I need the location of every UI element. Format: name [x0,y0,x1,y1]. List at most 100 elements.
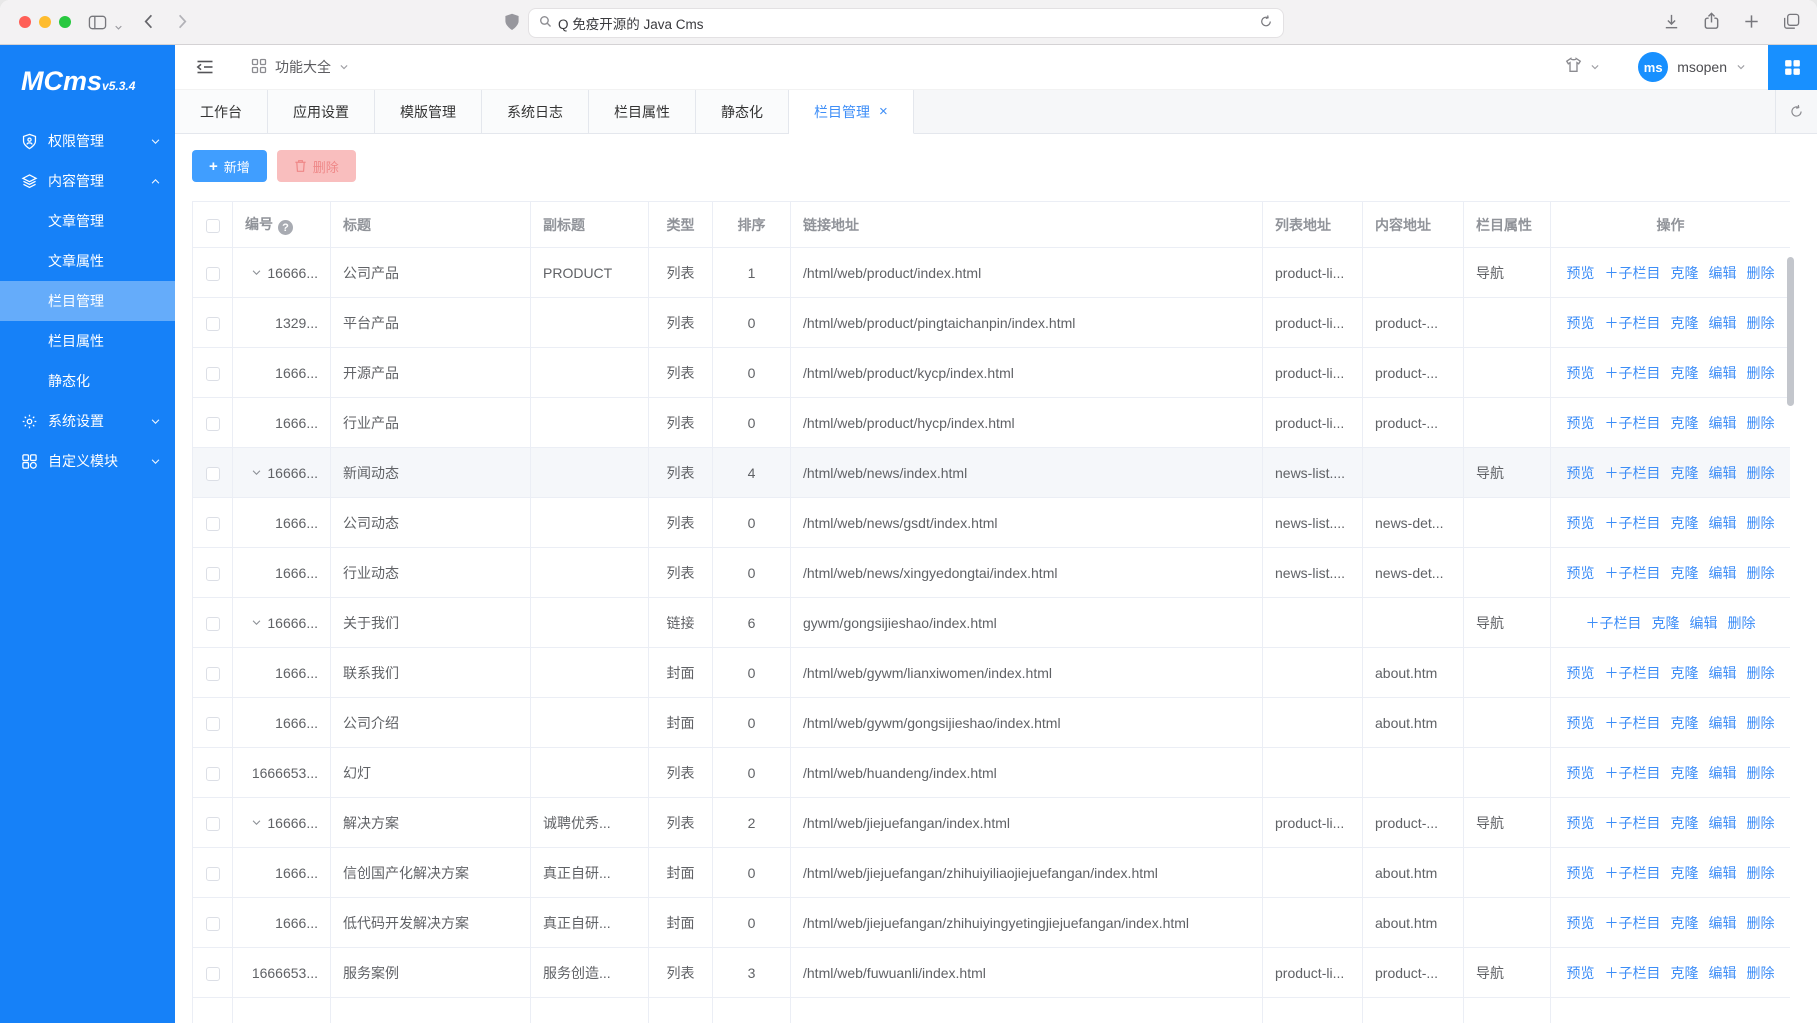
close-tab-icon[interactable]: × [879,104,888,119]
refresh-tab-button[interactable] [1775,90,1817,133]
op-link-克隆[interactable]: 克隆 [1671,863,1699,883]
op-link-预览[interactable]: 预览 [1567,463,1595,483]
row-checkbox[interactable] [206,867,220,881]
row-checkbox[interactable] [206,567,220,581]
row-checkbox[interactable] [206,267,220,281]
tab-系统日志[interactable]: 系统日志 [482,90,589,133]
sidebar-subitem-栏目管理[interactable]: 栏目管理 [0,281,175,321]
sidebar-item-自定义模块[interactable]: 自定义模块 [0,441,175,481]
tab-栏目属性[interactable]: 栏目属性 [589,90,696,133]
apps-grid-button[interactable] [1768,45,1817,90]
op-link-＋子栏目[interactable]: ＋子栏目 [1605,463,1661,483]
op-link-克隆[interactable]: 克隆 [1671,563,1699,583]
op-link-删除[interactable]: 删除 [1747,913,1775,933]
sidebar-subitem-静态化[interactable]: 静态化 [0,361,175,401]
op-link-＋子栏目[interactable]: ＋子栏目 [1586,613,1642,633]
back-icon[interactable] [140,12,159,36]
vertical-scrollbar[interactable] [1787,257,1794,406]
op-link-预览[interactable]: 预览 [1567,763,1595,783]
op-link-删除[interactable]: 删除 [1728,613,1756,633]
op-link-克隆[interactable]: 克隆 [1671,263,1699,283]
op-link-克隆[interactable]: 克隆 [1671,763,1699,783]
tab-工作台[interactable]: 工作台 [175,90,268,133]
tab-栏目管理[interactable]: 栏目管理× [789,90,914,134]
op-link-预览[interactable]: 预览 [1567,313,1595,333]
collapse-menu-icon[interactable] [195,57,215,77]
reload-icon[interactable] [1259,14,1273,32]
op-link-删除[interactable]: 删除 [1747,813,1775,833]
op-link-克隆[interactable]: 克隆 [1671,913,1699,933]
help-icon[interactable]: ? [278,220,293,235]
op-link-＋子栏目[interactable]: ＋子栏目 [1605,713,1661,733]
op-link-预览[interactable]: 预览 [1567,713,1595,733]
sidebar-item-系统设置[interactable]: 系统设置 [0,401,175,441]
op-link-＋子栏目[interactable]: ＋子栏目 [1605,763,1661,783]
sidebar-subitem-文章属性[interactable]: 文章属性 [0,241,175,281]
op-link-预览[interactable]: 预览 [1567,413,1595,433]
sidebar-toggle-icon[interactable] [88,13,107,37]
theme-switcher[interactable] [1564,56,1600,79]
op-link-克隆[interactable]: 克隆 [1671,363,1699,383]
row-checkbox[interactable] [206,967,220,981]
row-checkbox[interactable] [206,467,220,481]
row-checkbox[interactable] [206,667,220,681]
sidebar-item-内容管理[interactable]: 内容管理 [0,161,175,201]
zoom-window-icon[interactable] [59,16,71,28]
op-link-删除[interactable]: 删除 [1747,363,1775,383]
op-link-编辑[interactable]: 编辑 [1709,263,1737,283]
add-button[interactable]: + 新增 [192,150,267,182]
op-link-删除[interactable]: 删除 [1747,263,1775,283]
op-link-＋子栏目[interactable]: ＋子栏目 [1605,663,1661,683]
op-link-删除[interactable]: 删除 [1747,413,1775,433]
download-icon[interactable] [1662,12,1681,36]
row-checkbox[interactable] [206,317,220,331]
delete-button[interactable]: 删除 [277,150,356,182]
op-link-编辑[interactable]: 编辑 [1709,413,1737,433]
op-link-删除[interactable]: 删除 [1747,663,1775,683]
forward-icon[interactable] [172,12,191,36]
row-checkbox[interactable] [206,517,220,531]
select-all-checkbox[interactable] [206,219,220,233]
op-link-克隆[interactable]: 克隆 [1671,713,1699,733]
minimize-window-icon[interactable] [39,16,51,28]
op-link-编辑[interactable]: 编辑 [1709,363,1737,383]
expand-row-icon[interactable] [251,465,262,481]
op-link-删除[interactable]: 删除 [1747,963,1775,983]
op-link-克隆[interactable]: 克隆 [1671,413,1699,433]
user-menu[interactable]: ms msopen [1638,52,1746,82]
op-link-克隆[interactable]: 克隆 [1671,813,1699,833]
sidebar-subitem-栏目属性[interactable]: 栏目属性 [0,321,175,361]
op-link-克隆[interactable]: 克隆 [1671,963,1699,983]
op-link-＋子栏目[interactable]: ＋子栏目 [1605,413,1661,433]
op-link-编辑[interactable]: 编辑 [1709,913,1737,933]
op-link-编辑[interactable]: 编辑 [1709,963,1737,983]
op-link-＋子栏目[interactable]: ＋子栏目 [1605,813,1661,833]
expand-row-icon[interactable] [251,265,262,281]
op-link-删除[interactable]: 删除 [1747,863,1775,883]
sidebar-subitem-文章管理[interactable]: 文章管理 [0,201,175,241]
op-link-删除[interactable]: 删除 [1747,713,1775,733]
op-link-编辑[interactable]: 编辑 [1709,463,1737,483]
op-link-＋子栏目[interactable]: ＋子栏目 [1605,513,1661,533]
row-checkbox[interactable] [206,417,220,431]
op-link-克隆[interactable]: 克隆 [1671,513,1699,533]
op-link-编辑[interactable]: 编辑 [1709,313,1737,333]
sidebar-item-权限管理[interactable]: 权限管理 [0,121,175,161]
op-link-编辑[interactable]: 编辑 [1709,563,1737,583]
op-link-＋子栏目[interactable]: ＋子栏目 [1605,313,1661,333]
address-bar[interactable]: Q 免疫开源的 Java Cms [528,8,1284,38]
op-link-删除[interactable]: 删除 [1747,563,1775,583]
op-link-预览[interactable]: 预览 [1567,913,1595,933]
op-link-编辑[interactable]: 编辑 [1709,513,1737,533]
row-checkbox[interactable] [206,767,220,781]
op-link-克隆[interactable]: 克隆 [1671,313,1699,333]
op-link-＋子栏目[interactable]: ＋子栏目 [1605,263,1661,283]
op-link-预览[interactable]: 预览 [1567,263,1595,283]
op-link-编辑[interactable]: 编辑 [1709,663,1737,683]
op-link-＋子栏目[interactable]: ＋子栏目 [1605,563,1661,583]
row-checkbox[interactable] [206,817,220,831]
op-link-删除[interactable]: 删除 [1747,763,1775,783]
row-checkbox[interactable] [206,717,220,731]
op-link-克隆[interactable]: 克隆 [1671,463,1699,483]
op-link-预览[interactable]: 预览 [1567,863,1595,883]
